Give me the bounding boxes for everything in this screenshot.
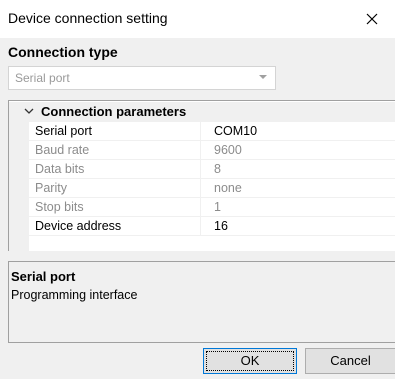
property-row-baud-rate[interactable]: Baud rate 9600 [29, 141, 395, 160]
property-grid-margin [9, 122, 29, 252]
connection-type-value: Serial port [15, 71, 70, 85]
property-value: 9600 [214, 143, 242, 157]
focus-rectangle [206, 351, 294, 371]
chevron-down-icon [257, 71, 269, 86]
window-title: Device connection setting [8, 10, 168, 26]
property-name: Parity [29, 179, 201, 198]
description-title: Serial port [11, 269, 76, 284]
title-bar: Device connection setting [0, 0, 395, 38]
property-description-panel: Serial port Programming interface [8, 261, 395, 343]
cancel-button[interactable]: Cancel [305, 348, 395, 374]
collapse-chevron-icon[interactable] [23, 105, 35, 120]
property-name: Stop bits [29, 198, 201, 217]
cancel-button-label: Cancel [330, 353, 371, 368]
ok-button[interactable]: OK [203, 348, 297, 374]
property-grid[interactable]: Connection parameters Serial port COM10 … [8, 100, 395, 252]
connection-type-dropdown[interactable]: Serial port [8, 66, 276, 90]
property-value[interactable]: 16 [202, 217, 395, 236]
property-value[interactable]: COM10 [202, 122, 395, 141]
property-row-device-address[interactable]: Device address 16 [29, 217, 395, 236]
property-name: Serial port [29, 122, 201, 141]
property-category-label: Connection parameters [41, 104, 187, 119]
property-row-stop-bits[interactable]: Stop bits 1 [29, 198, 395, 217]
property-row-serial-port[interactable]: Serial port COM10 [29, 122, 395, 141]
connection-type-label: Connection type [8, 44, 118, 60]
property-row-parity[interactable]: Parity none [29, 179, 395, 198]
property-category-row[interactable]: Connection parameters [9, 102, 395, 122]
description-text: Programming interface [11, 288, 138, 302]
property-value: 1 [214, 200, 221, 214]
property-name: Data bits [29, 160, 201, 179]
property-name: Device address [29, 217, 201, 236]
property-name: Baud rate [29, 141, 201, 160]
close-button[interactable] [349, 0, 395, 38]
property-value: none [214, 181, 242, 195]
property-value: 8 [214, 162, 221, 176]
close-icon [366, 13, 378, 25]
property-row-data-bits[interactable]: Data bits 8 [29, 160, 395, 179]
